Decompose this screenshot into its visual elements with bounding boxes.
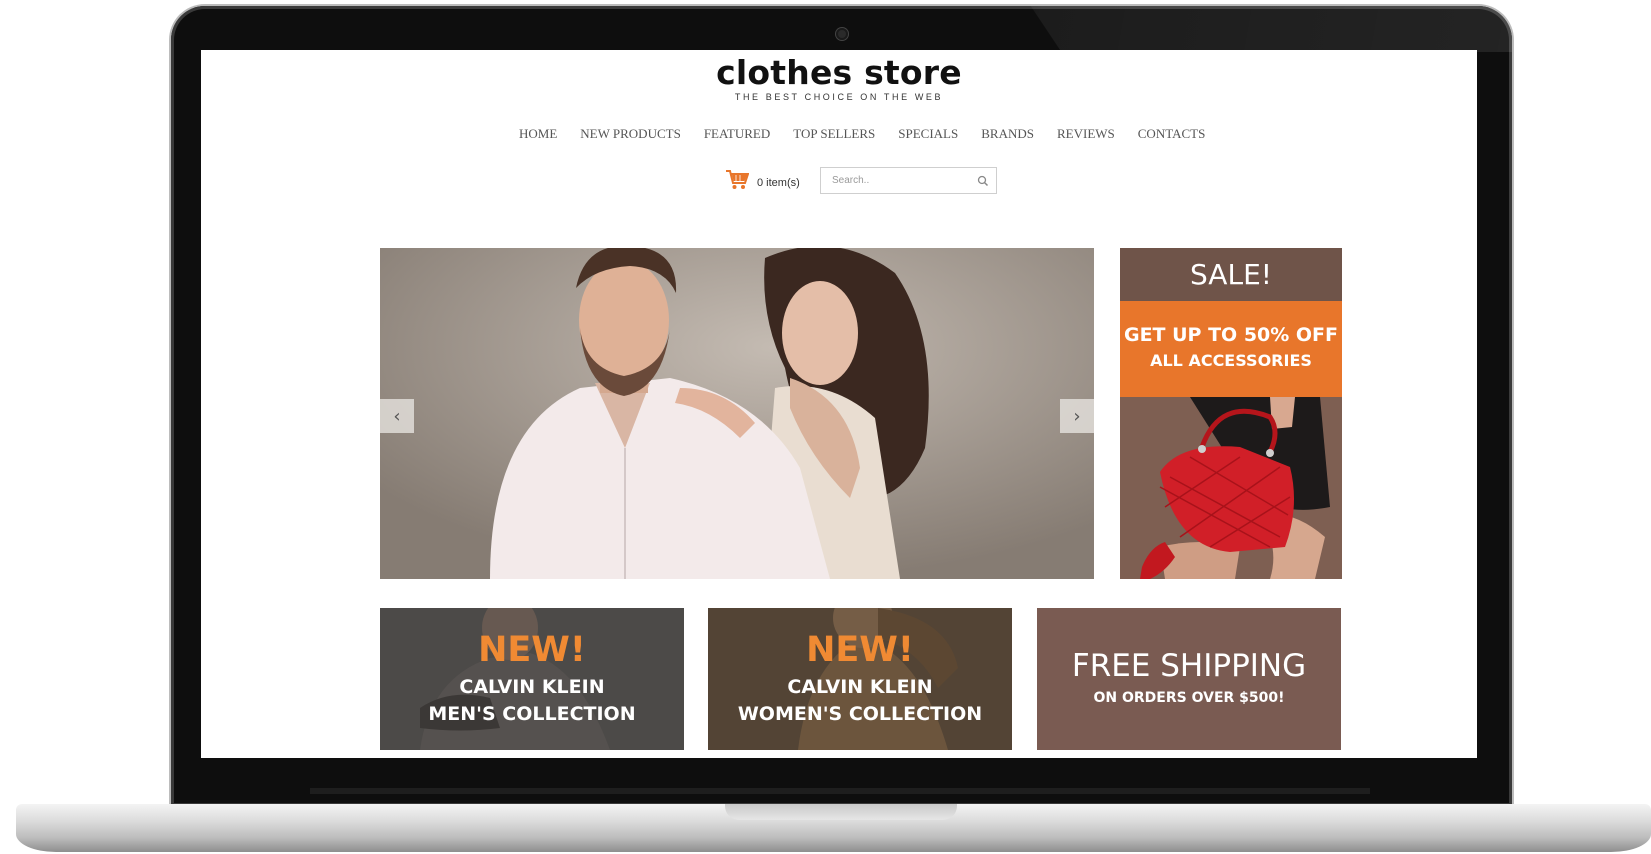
nav-item-featured[interactable]: FEATURED <box>704 126 770 146</box>
cart-count: 0 item(s) <box>757 176 800 189</box>
nav-item-top-sellers[interactable]: TOP SELLERS <box>793 126 875 146</box>
browser-screen: clothes store THE BEST CHOICE ON THE WEB… <box>201 50 1477 758</box>
hero-slider[interactable]: ‹ › <box>380 248 1094 579</box>
sale-offer-line1: GET UP TO 50% OFF <box>1123 324 1339 346</box>
banner-brand: CALVIN KLEIN <box>459 676 605 698</box>
banner-brand: CALVIN KLEIN <box>787 676 933 698</box>
sale-title: SALE! <box>1120 248 1342 301</box>
store-tagline: THE BEST CHOICE ON THE WEB <box>734 92 944 102</box>
nav-item-new-products[interactable]: NEW PRODUCTS <box>580 126 681 146</box>
search-box <box>820 167 997 194</box>
nav-item-reviews[interactable]: REVIEWS <box>1057 126 1115 146</box>
sale-banner[interactable]: SALE! GET UP TO 50% OFF ALL ACCESSORIES <box>1120 248 1342 579</box>
banner-collection: MEN'S COLLECTION <box>428 703 636 725</box>
cart-link[interactable]: 0 item(s) <box>725 169 800 196</box>
slider-next-button[interactable]: › <box>1060 399 1094 433</box>
free-shipping-banner[interactable]: FREE SHIPPING ON ORDERS OVER $500! <box>1037 608 1341 750</box>
sale-offer-line2: ALL ACCESSORIES <box>1150 351 1312 370</box>
shipping-subtitle: ON ORDERS OVER $500! <box>1093 690 1285 706</box>
banner-new-badge: NEW! <box>806 630 914 670</box>
bezel-hinge <box>310 788 1370 794</box>
laptop-base-notch <box>725 804 957 820</box>
handbag-image <box>1120 397 1342 579</box>
slider-prev-button[interactable]: ‹ <box>380 399 414 433</box>
main-nav: HOME NEW PRODUCTS FEATURED TOP SELLERS S… <box>519 126 1205 146</box>
chevron-left-icon: ‹ <box>393 405 401 427</box>
nav-item-specials[interactable]: SPECIALS <box>898 126 958 146</box>
promo-banner-women[interactable]: NEW! CALVIN KLEIN WOMEN'S COLLECTION <box>708 608 1012 750</box>
sale-offer: GET UP TO 50% OFF ALL ACCESSORIES <box>1120 301 1342 397</box>
nav-item-brands[interactable]: BRANDS <box>981 126 1034 146</box>
webcam <box>836 28 848 40</box>
shopping-cart-icon <box>725 169 750 196</box>
nav-item-contacts[interactable]: CONTACTS <box>1138 126 1206 146</box>
promo-banner-men[interactable]: NEW! CALVIN KLEIN MEN'S COLLECTION <box>380 608 684 750</box>
banner-collection: WOMEN'S COLLECTION <box>737 703 983 725</box>
search-input[interactable] <box>821 168 971 193</box>
chevron-right-icon: › <box>1073 405 1081 427</box>
store-logo[interactable]: clothes store <box>201 53 1477 92</box>
search-icon[interactable] <box>976 174 990 188</box>
hero-slide-image <box>380 248 1094 579</box>
nav-item-home[interactable]: HOME <box>519 126 557 146</box>
banner-new-badge: NEW! <box>478 630 586 670</box>
bezel-reflection <box>1030 6 1512 52</box>
shipping-title: FREE SHIPPING <box>1071 648 1307 684</box>
